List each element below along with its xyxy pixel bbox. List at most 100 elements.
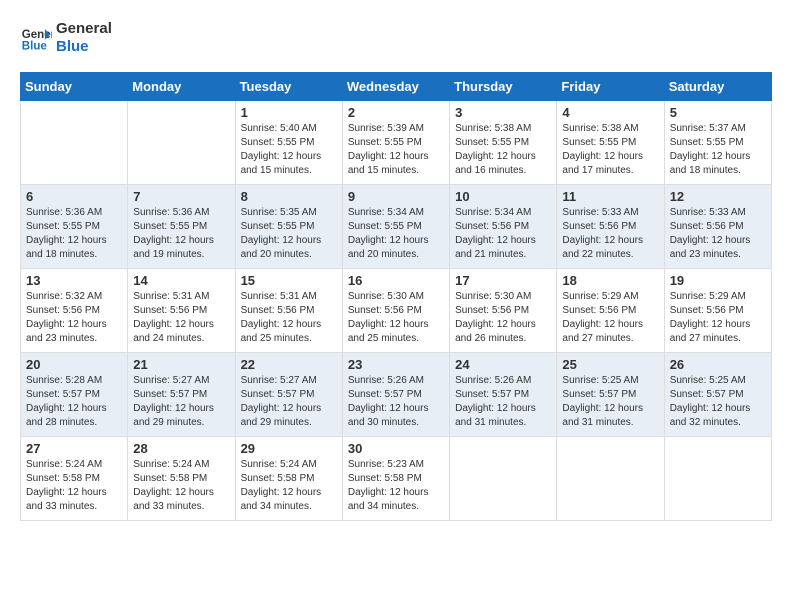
calendar-cell: 18 Sunrise: 5:29 AM Sunset: 5:56 PM Dayli… [557,269,664,353]
day-info: Sunrise: 5:32 AM Sunset: 5:56 PM Dayligh… [26,290,122,346]
logo-text-general: General [56,20,112,38]
calendar-week-2: 6 Sunrise: 5:36 AM Sunset: 5:55 PM Daylig… [21,185,772,269]
day-number: 30 [348,441,444,456]
day-info: Sunrise: 5:37 AM Sunset: 5:55 PM Dayligh… [670,122,766,178]
day-info: Sunrise: 5:27 AM Sunset: 5:57 PM Dayligh… [241,374,337,430]
calendar-header-thursday: Thursday [450,73,557,101]
calendar-cell: 12 Sunrise: 5:33 AM Sunset: 5:56 PM Dayli… [664,185,771,269]
day-number: 9 [348,189,444,204]
calendar-cell: 29 Sunrise: 5:24 AM Sunset: 5:58 PM Dayli… [235,437,342,521]
calendar-cell: 17Sunrise: 5:30 AM Sunset: 5:56 PM Dayli… [450,269,557,353]
calendar-header-saturday: Saturday [664,73,771,101]
day-number: 19 [670,273,766,288]
calendar-cell: 14Sunrise: 5:31 AM Sunset: 5:56 PM Dayli… [128,269,235,353]
day-info: Sunrise: 5:24 AM Sunset: 5:58 PM Dayligh… [26,458,122,514]
day-number: 12 [670,189,766,204]
calendar-cell: 28Sunrise: 5:24 AM Sunset: 5:58 PM Dayli… [128,437,235,521]
day-number: 3 [455,105,551,120]
logo-icon: General Blue [20,22,52,54]
day-info: Sunrise: 5:36 AM Sunset: 5:55 PM Dayligh… [133,206,229,262]
calendar-cell: 4Sunrise: 5:38 AM Sunset: 5:55 PM Daylig… [557,101,664,185]
day-info: Sunrise: 5:26 AM Sunset: 5:57 PM Dayligh… [455,374,551,430]
calendar-cell: 13Sunrise: 5:32 AM Sunset: 5:56 PM Dayli… [21,269,128,353]
calendar-header-friday: Friday [557,73,664,101]
calendar-cell: 24Sunrise: 5:26 AM Sunset: 5:57 PM Dayli… [450,353,557,437]
day-number: 5 [670,105,766,120]
calendar-cell [450,437,557,521]
calendar-cell: 22Sunrise: 5:27 AM Sunset: 5:57 PM Dayli… [235,353,342,437]
day-number: 8 [241,189,337,204]
calendar-header-row: SundayMondayTuesdayWednesdayThursdayFrid… [21,73,772,101]
day-info: Sunrise: 5:34 AM Sunset: 5:55 PM Dayligh… [348,206,444,262]
calendar-cell [557,437,664,521]
day-number: 27 [26,441,122,456]
day-number: 23 [348,357,444,372]
day-info: Sunrise: 5:34 AM Sunset: 5:56 PM Dayligh… [455,206,551,262]
day-number: 20 [26,357,122,372]
calendar-header-sunday: Sunday [21,73,128,101]
calendar-week-3: 13Sunrise: 5:32 AM Sunset: 5:56 PM Dayli… [21,269,772,353]
day-number: 10 [455,189,551,204]
calendar-cell: 10 Sunrise: 5:34 AM Sunset: 5:56 PM Dayli… [450,185,557,269]
calendar-cell: 11Sunrise: 5:33 AM Sunset: 5:56 PM Dayli… [557,185,664,269]
day-info: Sunrise: 5:25 AM Sunset: 5:57 PM Dayligh… [670,374,766,430]
day-info: Sunrise: 5:31 AM Sunset: 5:56 PM Dayligh… [241,290,337,346]
calendar-cell: 8 Sunrise: 5:35 AM Sunset: 5:55 PM Daylig… [235,185,342,269]
calendar-cell [21,101,128,185]
day-number: 21 [133,357,229,372]
calendar-cell: 3Sunrise: 5:38 AM Sunset: 5:55 PM Daylig… [450,101,557,185]
calendar-header-monday: Monday [128,73,235,101]
calendar-cell: 15 Sunrise: 5:31 AM Sunset: 5:56 PM Dayli… [235,269,342,353]
calendar-cell: 27 Sunrise: 5:24 AM Sunset: 5:58 PM Dayli… [21,437,128,521]
calendar-cell [128,101,235,185]
calendar-cell [664,437,771,521]
day-info: Sunrise: 5:35 AM Sunset: 5:55 PM Dayligh… [241,206,337,262]
day-number: 6 [26,189,122,204]
logo-text-blue: Blue [56,38,112,56]
day-info: Sunrise: 5:24 AM Sunset: 5:58 PM Dayligh… [241,458,337,514]
calendar-cell: 1 Sunrise: 5:40 AM Sunset: 5:55 PM Daylig… [235,101,342,185]
calendar-cell: 19Sunrise: 5:29 AM Sunset: 5:56 PM Dayli… [664,269,771,353]
day-info: Sunrise: 5:23 AM Sunset: 5:58 PM Dayligh… [348,458,444,514]
calendar-cell: 26Sunrise: 5:25 AM Sunset: 5:57 PM Dayli… [664,353,771,437]
day-number: 2 [348,105,444,120]
day-number: 16 [348,273,444,288]
calendar-cell: 16 Sunrise: 5:30 AM Sunset: 5:56 PM Dayli… [342,269,449,353]
day-info: Sunrise: 5:36 AM Sunset: 5:55 PM Dayligh… [26,206,122,262]
calendar-week-5: 27 Sunrise: 5:24 AM Sunset: 5:58 PM Dayli… [21,437,772,521]
calendar-cell: 21 Sunrise: 5:27 AM Sunset: 5:57 PM Dayli… [128,353,235,437]
day-info: Sunrise: 5:27 AM Sunset: 5:57 PM Dayligh… [133,374,229,430]
day-number: 15 [241,273,337,288]
calendar-cell: 25 Sunrise: 5:25 AM Sunset: 5:57 PM Dayli… [557,353,664,437]
day-info: Sunrise: 5:29 AM Sunset: 5:56 PM Dayligh… [562,290,658,346]
day-number: 1 [241,105,337,120]
day-number: 29 [241,441,337,456]
day-info: Sunrise: 5:28 AM Sunset: 5:57 PM Dayligh… [26,374,122,430]
day-number: 7 [133,189,229,204]
calendar-body: 1 Sunrise: 5:40 AM Sunset: 5:55 PM Daylig… [21,101,772,521]
day-number: 25 [562,357,658,372]
day-info: Sunrise: 5:39 AM Sunset: 5:55 PM Dayligh… [348,122,444,178]
svg-text:Blue: Blue [22,41,48,53]
calendar-cell: 20 Sunrise: 5:28 AM Sunset: 5:57 PM Dayli… [21,353,128,437]
calendar-header-tuesday: Tuesday [235,73,342,101]
calendar-table: SundayMondayTuesdayWednesdayThursdayFrid… [20,72,772,521]
calendar-cell: 6 Sunrise: 5:36 AM Sunset: 5:55 PM Daylig… [21,185,128,269]
day-number: 18 [562,273,658,288]
day-info: Sunrise: 5:30 AM Sunset: 5:56 PM Dayligh… [348,290,444,346]
day-info: Sunrise: 5:33 AM Sunset: 5:56 PM Dayligh… [562,206,658,262]
calendar-cell: 30 Sunrise: 5:23 AM Sunset: 5:58 PM Dayli… [342,437,449,521]
day-info: Sunrise: 5:24 AM Sunset: 5:58 PM Dayligh… [133,458,229,514]
day-info: Sunrise: 5:38 AM Sunset: 5:55 PM Dayligh… [562,122,658,178]
calendar-cell: 23 Sunrise: 5:26 AM Sunset: 5:57 PM Dayli… [342,353,449,437]
day-info: Sunrise: 5:40 AM Sunset: 5:55 PM Dayligh… [241,122,337,178]
calendar-cell: 7 Sunrise: 5:36 AM Sunset: 5:55 PM Daylig… [128,185,235,269]
calendar-header-wednesday: Wednesday [342,73,449,101]
calendar-week-4: 20 Sunrise: 5:28 AM Sunset: 5:57 PM Dayli… [21,353,772,437]
day-info: Sunrise: 5:25 AM Sunset: 5:57 PM Dayligh… [562,374,658,430]
logo: General Blue General Blue [20,20,112,56]
day-info: Sunrise: 5:33 AM Sunset: 5:56 PM Dayligh… [670,206,766,262]
calendar-cell: 9 Sunrise: 5:34 AM Sunset: 5:55 PM Daylig… [342,185,449,269]
day-number: 17 [455,273,551,288]
day-info: Sunrise: 5:26 AM Sunset: 5:57 PM Dayligh… [348,374,444,430]
